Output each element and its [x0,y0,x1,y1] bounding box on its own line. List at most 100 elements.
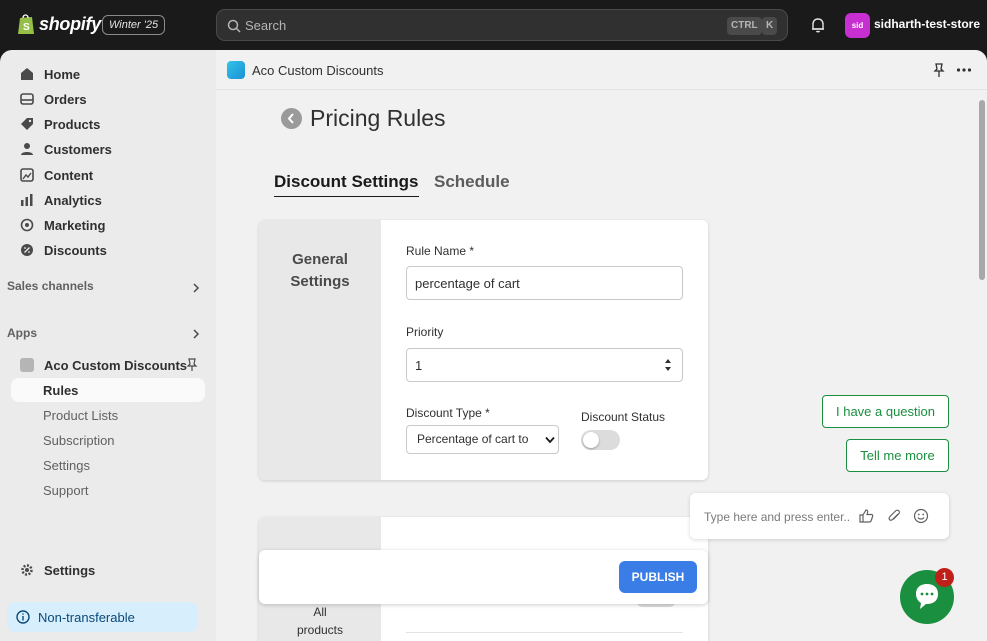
app-icon [20,358,34,372]
shortcut-k-key: K [762,17,778,35]
brand-name: shopify [39,13,101,34]
sidebar-item-orders[interactable]: Orders [11,87,205,111]
pin-icon[interactable] [186,358,198,372]
apps-heading[interactable]: Apps [7,326,37,340]
sidebar-item-marketing[interactable]: Marketing [11,213,205,237]
shortcut-ctrl-key: CTRL [727,17,762,35]
sidebar-item-label: Aco Custom Discounts [44,357,188,373]
sidebar-item-label: Discounts [44,242,107,258]
gear-icon [21,564,33,576]
orders-icon [20,93,34,105]
products-card-heading: All products [259,603,381,639]
chat-question-button[interactable]: I have a question [822,395,949,428]
sidebar-item-products[interactable]: Products [11,112,205,136]
sidebar-item-label: Customers [44,141,112,157]
number-stepper-icon[interactable] [664,357,672,373]
thumbs-up-icon[interactable] [858,508,874,524]
heading-line-1: General [292,251,348,268]
divider [406,632,683,633]
sidebar-item-settings[interactable]: Settings [11,558,205,582]
publish-button[interactable]: PUBLISH [619,561,697,593]
sidebar-item-app-settings[interactable]: Settings [11,453,205,477]
tab-schedule[interactable]: Schedule [434,172,510,192]
top-bar: S shopify Winter '25 Search CTRL K sid s… [0,0,987,50]
rule-name-label: Rule Name * [406,244,475,258]
bar-chart-icon [21,194,33,206]
chat-input-placeholder: Type here and press enter.. [704,510,851,524]
store-name[interactable]: sidharth-test-store [874,17,980,31]
sales-channels-heading[interactable]: Sales channels [7,279,94,293]
app-title: Aco Custom Discounts [252,63,384,78]
sidebar-item-product-lists[interactable]: Product Lists [11,403,205,427]
sidebar-item-label: Content [44,167,94,183]
sidebar-item-customers[interactable]: Customers [11,137,205,161]
discount-type-label: Discount Type * [406,406,490,420]
sidebar-item-label: Marketing [44,217,106,233]
edition-badge[interactable]: Winter '25 [102,15,166,35]
sidebar-item-label: Settings [43,457,90,473]
heading-line-1: All [313,605,327,619]
shopify-bag-icon: S [18,14,34,34]
sidebar-item-label: Analytics [44,192,102,208]
bell-icon[interactable] [809,16,827,34]
sidebar-item-analytics[interactable]: Analytics [11,188,205,212]
sidebar-item-label: Orders [44,91,87,107]
toggle-knob [583,432,599,448]
back-button[interactable] [281,108,302,129]
heading-line-2: Settings [290,273,350,290]
sidebar-item-support[interactable]: Support [11,478,205,502]
aco-app-logo-icon [227,61,245,79]
discount-status-label: Discount Status [581,410,666,424]
non-transferable-banner[interactable]: Non-transferable [7,602,198,632]
scrollbar-thumb[interactable] [979,100,985,280]
search-placeholder: Search [245,18,287,33]
pin-icon[interactable] [932,63,946,78]
discount-icon [21,244,33,256]
home-icon [21,68,33,80]
chat-input-box[interactable]: Type here and press enter.. [690,493,949,539]
chat-notification-badge: 1 [935,568,954,587]
search-bar[interactable]: Search CTRL K [216,9,788,41]
arrow-left-icon [287,113,294,124]
discount-type-select[interactable]: Percentage of cart to [406,425,559,454]
sidebar-item-label: Home [44,66,81,82]
sidebar-item-label: Products [44,116,101,132]
priority-input[interactable] [406,348,683,382]
sidebar-item-rules[interactable]: Rules [11,378,205,402]
sidebar-item-discounts[interactable]: Discounts [11,238,205,262]
sidebar-item-label: Subscription [43,432,115,448]
tag-icon [21,118,33,130]
sidebar-item-aco-app[interactable]: Aco Custom Discounts [11,353,205,377]
sidebar-item-label: Rules [43,382,79,398]
app-title-bar: Aco Custom Discounts [216,50,987,90]
tab-discount-settings[interactable]: Discount Settings [274,172,419,197]
non-transferable-label: Non-transferable [38,609,135,625]
sidebar-item-label: Support [43,482,89,498]
store-avatar[interactable]: sid [845,13,870,38]
emoji-icon[interactable] [913,508,929,524]
sidebar-item-label: Product Lists [43,407,119,423]
svg-text:S: S [23,22,30,33]
chevron-right-icon[interactable] [191,283,201,293]
paperclip-icon[interactable] [886,508,902,524]
sidebar-item-content[interactable]: Content [11,163,205,187]
sidebar-item-subscription[interactable]: Subscription [11,428,205,452]
target-icon [20,218,34,232]
chat-more-button[interactable]: Tell me more [846,439,949,472]
sidebar: Home Orders Products Customers Content A… [0,50,216,641]
priority-label: Priority [406,325,444,339]
shopify-logo[interactable]: S shopify [17,13,101,35]
sidebar-item-home[interactable]: Home [11,62,205,86]
search-icon [227,19,241,33]
main-content: Aco Custom Discounts Pricing Rules Disco… [216,50,987,641]
heading-line-2: products [296,623,344,637]
info-icon [16,610,30,624]
publish-bar: PUBLISH [259,550,708,604]
general-settings-heading: General Settings [259,249,381,293]
chevron-right-icon[interactable] [191,329,201,339]
page-title: Pricing Rules [310,105,446,131]
content-icon [20,168,34,182]
rule-name-input[interactable] [406,266,683,300]
chevron-down-icon [545,436,555,444]
more-horizontal-icon[interactable] [956,63,972,77]
